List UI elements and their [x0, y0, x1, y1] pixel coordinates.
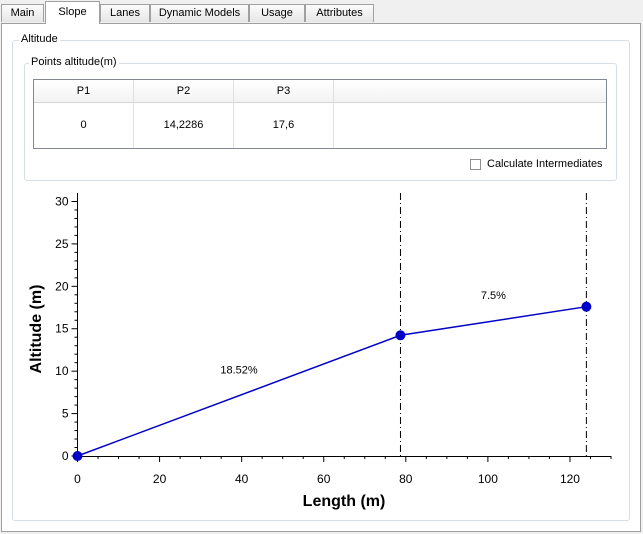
data-point-p2 — [395, 330, 406, 341]
y-tick-label: 25 — [55, 237, 69, 251]
y-tick-label: 30 — [55, 194, 69, 208]
y-tick-label: 15 — [55, 322, 69, 336]
altitude-chart: 0 20 40 60 80 100 120 0 5 10 15 20 25 30 18.52% 7.5% Le… — [28, 193, 612, 510]
x-tick-label: 40 — [235, 472, 249, 486]
x-tick-label: 0 — [74, 472, 81, 486]
tab-slope-label: Slope — [58, 6, 87, 18]
y-tick-label: 10 — [55, 364, 69, 378]
y-tick-label: 0 — [62, 449, 69, 463]
x-tick-label: 80 — [399, 472, 413, 486]
data-point-p1 — [72, 451, 83, 461]
altitude-series-line — [77, 305, 587, 457]
segment-slope-label: 7.5% — [481, 290, 506, 302]
y-axis-label: Altitude (m) — [28, 285, 45, 374]
x-axis-label: Length (m) — [303, 493, 386, 510]
x-tick-label: 20 — [153, 472, 167, 486]
data-point-p3 — [581, 301, 592, 312]
tab-slope[interactable]: Slope — [45, 1, 100, 24]
segment-slope-label: 18.52% — [220, 365, 258, 377]
x-tick-label: 120 — [560, 472, 580, 486]
y-tick-label: 5 — [62, 407, 69, 421]
x-tick-label: 100 — [478, 472, 498, 486]
y-tick-label: 20 — [55, 279, 69, 293]
x-tick-label: 60 — [317, 472, 331, 486]
